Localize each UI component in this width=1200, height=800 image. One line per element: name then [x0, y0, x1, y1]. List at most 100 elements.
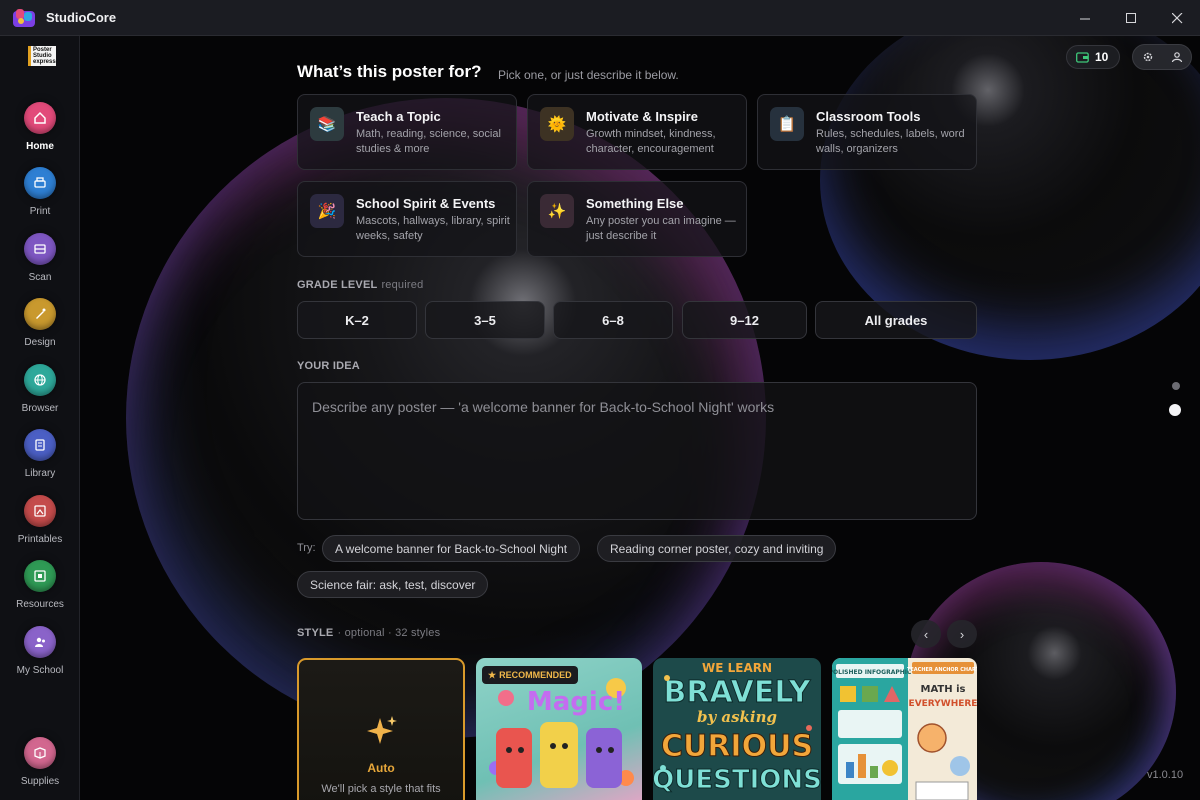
grade-button-k-2[interactable]: K–2 [297, 301, 417, 339]
sidebar-label-scan: Scan [28, 272, 52, 283]
page-subtitle: Pick one, or just describe it below. [498, 68, 679, 82]
star-icon: ★ [488, 669, 497, 680]
style-next-button[interactable]: › [947, 620, 977, 648]
grade-button-6-8[interactable]: 6–8 [553, 301, 673, 339]
sidebar-item-print[interactable]: Print [0, 167, 80, 227]
resources-icon [24, 560, 56, 592]
sparkle-icon [367, 716, 397, 744]
wallet-icon [1076, 51, 1089, 63]
minimize-button[interactable] [1062, 0, 1108, 36]
sidebar-label-supplies: Supplies [20, 776, 60, 787]
grade-button-all-grades[interactable]: All grades [815, 301, 977, 339]
app-title: StudioCore [46, 10, 117, 25]
clipboard-icon: 📋 [770, 107, 804, 141]
grade-level-label: GRADE LEVEL required [297, 279, 423, 291]
sidebar-item-browser[interactable]: Browser [0, 364, 80, 424]
sidebar-item-scan[interactable]: Scan [0, 233, 80, 293]
svg-text:WE LEARN: WE LEARN [702, 661, 772, 675]
style-prev-button[interactable]: ‹ [911, 620, 941, 648]
close-button[interactable] [1154, 0, 1200, 36]
style-card-auto[interactable]: Auto We'll pick a style that fits [297, 658, 465, 800]
settings-button[interactable] [1133, 45, 1162, 69]
svg-text:POLISHED INFOGRAPHIC: POLISHED INFOGRAPHIC [832, 669, 912, 676]
printables-icon [24, 495, 56, 527]
grade-button-3-5[interactable]: 3–5 [425, 301, 545, 339]
svg-text:MATH is: MATH is [921, 684, 966, 695]
books-icon: 📚 [310, 107, 344, 141]
auto-card-description: We'll pick a style that fits [321, 783, 441, 795]
try-label: Try: [297, 542, 316, 554]
sidebar-label-home: Home [26, 141, 54, 152]
grade-button-9-12[interactable]: 9–12 [682, 301, 807, 339]
card-title: Motivate & Inspire [586, 109, 698, 124]
book-icon [24, 429, 56, 461]
svg-text:EVERYWHERE: EVERYWHERE [909, 699, 977, 709]
style-card-infographic[interactable]: POLISHED INFOGRAPHIC TEACHER ANCHOR CHAR… [832, 658, 977, 800]
card-title: Classroom Tools [816, 109, 921, 124]
gear-icon [1143, 52, 1152, 62]
version-label: v1.0.10 [1147, 769, 1184, 781]
sidebar-item-my-school[interactable]: My School [0, 626, 80, 686]
purpose-card-teach-a-topic[interactable]: 📚 Teach a Topic Math, reading, science, … [297, 94, 517, 170]
purpose-card-motivate-inspire[interactable]: 🌞 Motivate & Inspire Growth mindset, kin… [527, 94, 747, 170]
sidebar-item-home[interactable]: Home [0, 102, 80, 162]
suggestion-chip-science-fair[interactable]: Science fair: ask, test, discover [297, 571, 489, 598]
bold-lettering-preview: WE LEARN BRAVELY by asking CURIOUS QUEST… [653, 661, 821, 796]
minimize-icon [1079, 18, 1090, 19]
grade-level-title: GRADE LEVEL [297, 279, 378, 291]
globe-icon [24, 364, 56, 396]
svg-text:QUESTIONS: QUESTIONS [653, 765, 821, 795]
chevron-right-icon: › [959, 626, 965, 642]
style-card-bold-lettering[interactable]: WE LEARN BRAVELY by asking CURIOUS QUEST… [653, 658, 821, 800]
purpose-card-school-spirit[interactable]: 🎉 School Spirit & Events Mascots, hallwa… [297, 181, 517, 257]
studiocore-logo-icon [13, 9, 35, 27]
profile-button[interactable] [1162, 45, 1191, 69]
required-tag: required [381, 279, 424, 291]
credits-count: 10 [1095, 50, 1109, 64]
infographic-preview: POLISHED INFOGRAPHIC TEACHER ANCHOR CHAR… [832, 658, 977, 800]
pager-dot-1[interactable] [1172, 382, 1180, 390]
chevron-left-icon: ‹ [923, 626, 929, 642]
purpose-card-classroom-tools[interactable]: 📋 Classroom Tools Rules, schedules, labe… [757, 94, 977, 170]
title-bar: StudioCore [0, 0, 1200, 36]
sun-icon: 🌞 [540, 107, 574, 141]
style-label: STYLE · optional · 32 styles [297, 627, 440, 639]
maximize-icon [1125, 12, 1136, 23]
printer-icon [24, 167, 56, 199]
card-title: Something Else [586, 196, 684, 211]
sidebar-item-design[interactable]: Design [0, 298, 80, 358]
recommended-badge-label: RECOMMENDED [499, 670, 572, 680]
svg-text:by asking: by asking [697, 708, 777, 726]
user-icon [1171, 52, 1182, 63]
sidebar-item-resources[interactable]: Resources [0, 560, 80, 620]
suggestion-chip-welcome-banner[interactable]: A welcome banner for Back-to-School Nigh… [322, 535, 581, 562]
sidebar-label-printables: Printables [17, 534, 63, 545]
scan-icon [24, 233, 56, 265]
home-icon [24, 102, 56, 134]
sidebar-item-printables[interactable]: Printables [0, 495, 80, 555]
style-card-clay[interactable]: Magic! ★ RECOMMENDED [476, 658, 642, 800]
sidebar: Poster Studio express Home Print Scan Desi… [0, 36, 80, 800]
credits-badge[interactable]: 10 [1066, 45, 1120, 69]
sidebar-item-supplies[interactable]: Supplies [0, 737, 80, 797]
paint-icon [24, 298, 56, 330]
recommended-badge: ★ RECOMMENDED [482, 666, 578, 684]
maximize-button[interactable] [1108, 0, 1154, 36]
sidebar-item-library[interactable]: Library [0, 429, 80, 489]
card-description: Any poster you can imagine — just descri… [586, 215, 736, 242]
suggestion-chip-reading-corner[interactable]: Reading corner poster, cozy and inviting [597, 535, 837, 562]
svg-text:TEACHER ANCHOR CHART: TEACHER ANCHOR CHART [907, 667, 977, 673]
card-title: Teach a Topic [356, 109, 441, 124]
idea-textarea[interactable]: Describe any poster — 'a welcome banner … [297, 382, 977, 520]
card-description: Growth mindset, kindness, character, enc… [586, 128, 716, 155]
card-description: Mascots, hallways, library, spirit weeks… [356, 215, 510, 242]
box-icon [24, 737, 56, 769]
your-idea-label: YOUR IDEA [297, 360, 360, 372]
style-title: STYLE [297, 627, 334, 639]
pager-dot-2-active[interactable] [1169, 404, 1181, 416]
poster-studio-logo: Poster Studio express [28, 46, 56, 66]
purpose-card-something-else[interactable]: ✨ Something Else Any poster you can imag… [527, 181, 747, 257]
clay-preview-text: Magic! [527, 687, 625, 717]
sidebar-label-browser: Browser [21, 403, 59, 414]
auto-card-title: Auto [367, 761, 395, 775]
